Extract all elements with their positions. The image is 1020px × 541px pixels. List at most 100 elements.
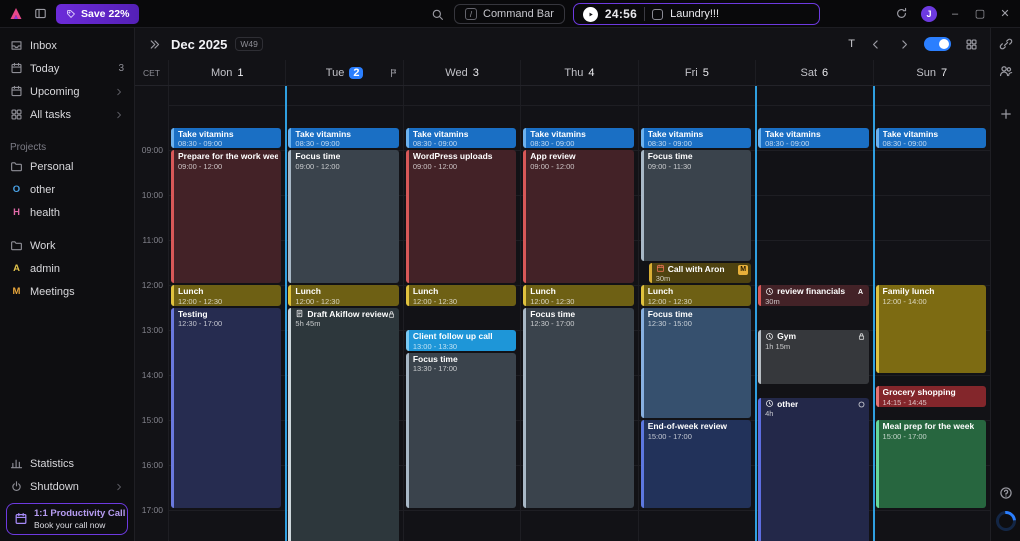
day-column-sat[interactable]: Take vitamins 08:30 - 09:00 review financi… [755,86,872,541]
sidebar-item-inbox[interactable]: Inbox [0,34,134,57]
event-client-follow-up-call[interactable]: Client follow up call 13:00 - 13:30 [405,330,517,351]
sidebar-item-label: Today [30,62,60,75]
day-column-tue[interactable]: Take vitamins 08:30 - 09:00 Focus time 09:0… [285,86,402,541]
prev-week-icon[interactable] [866,35,884,53]
event-focus-time[interactable]: Focus time 09:00 - 12:00 [288,150,399,283]
play-icon[interactable] [582,6,598,22]
event-lunch[interactable]: Lunch 12:00 - 12:30 [523,285,634,306]
event-take-vitamins[interactable]: Take vitamins 08:30 - 09:00 [640,127,752,148]
view-toggle[interactable] [924,37,951,51]
event-take-vitamins[interactable]: Take vitamins 08:30 - 09:00 [171,127,282,148]
today-button[interactable]: T [848,38,855,50]
event-testing[interactable]: Testing 12:30 - 17:00 [171,307,282,508]
task-checkbox[interactable] [652,8,664,20]
add-icon[interactable] [997,105,1015,123]
event-grocery-shopping[interactable]: Grocery shopping 14:15 - 14:45 [875,386,986,407]
focus-timer-pill[interactable]: 24:56 Laundry!!! [572,3,821,25]
grid-view-icon[interactable] [962,35,980,53]
project-item-label: admin [30,262,60,275]
search-icon[interactable] [428,5,446,23]
event-lunch[interactable]: Lunch 12:00 - 12:30 [640,285,752,306]
next-week-icon[interactable] [895,35,913,53]
day-column-mon[interactable]: Take vitamins 08:30 - 09:00 Prepare for th… [168,86,285,541]
project-item-personal[interactable]: Personal [0,155,134,178]
event-draft-akiflow-review[interactable]: Draft Akiflow review 5h 45m [288,307,399,541]
event-review-financials[interactable]: review financials 30m A [758,285,869,306]
day-column-wed[interactable]: Take vitamins 08:30 - 09:00 WordPress uplo… [402,86,520,541]
hour-label: 10:00 [141,190,163,200]
day-header-wed[interactable]: Wed 3 [402,60,520,85]
event-call-with-aron[interactable]: Call with Aron 30m M [648,262,752,283]
sidebar-item-all-tasks[interactable]: All tasks [0,103,134,126]
event-focus-time[interactable]: Focus time 12:30 - 17:00 [523,307,634,508]
day-header-sat[interactable]: Sat 6 [755,60,872,85]
event-other[interactable]: other 4h [758,397,869,541]
minimize-button[interactable]: – [948,8,962,20]
project-letter-icon: H [13,207,20,218]
event-family-lunch[interactable]: Family lunch 12:00 - 14:00 [875,285,986,373]
sidebar-item-statistics[interactable]: Statistics [0,452,134,475]
lock-icon [387,310,396,319]
link-icon[interactable] [997,35,1015,53]
event-time: 08:30 - 09:00 [882,139,927,148]
avatar[interactable]: J [921,5,937,22]
day-column-thu[interactable]: Take vitamins 08:30 - 09:00 App review 09:0… [520,86,637,541]
event-meal-prep-for-the-week[interactable]: Meal prep for the week 15:00 - 17:00 [875,420,986,508]
event-prepare-for-the-work-week[interactable]: Prepare for the work week 09:00 - 12:00 [171,150,282,283]
event-title-row: Focus time [648,151,748,162]
event-focus-time[interactable]: Focus time 13:30 - 17:00 [405,352,517,508]
day-column-sun[interactable]: Take vitamins 08:30 - 09:00 Family lunch 12… [872,86,990,541]
day-header-sun[interactable]: Sun 7 [872,60,990,85]
event-app-review[interactable]: App review 09:00 - 12:00 [523,150,634,283]
command-bar-button[interactable]: / Command Bar [454,4,565,24]
event-take-vitamins[interactable]: Take vitamins 08:30 - 09:00 [288,127,399,148]
project-item-work[interactable]: Work [0,234,134,257]
event-take-vitamins[interactable]: Take vitamins 08:30 - 09:00 [523,127,634,148]
event-title-row: Focus time [648,309,748,320]
event-take-vitamins[interactable]: Take vitamins 08:30 - 09:00 [758,127,869,148]
project-item-health[interactable]: Hhealth [0,201,134,224]
event-time: 5h 45m [295,319,321,329]
maximize-button[interactable]: ▢ [973,7,987,20]
event-focus-time[interactable]: Focus time 09:00 - 11:30 [640,150,752,261]
event-lunch[interactable]: Lunch 12:00 - 12:30 [288,285,399,306]
project-item-label: Meetings [30,285,75,298]
event-title-row: Meal prep for the week [883,421,983,432]
day-header-tue[interactable]: Tue 2 [285,60,402,85]
event-lunch[interactable]: Lunch 12:00 - 12:30 [171,285,282,306]
event-time: 12:30 - 17:00 [178,319,223,329]
close-button[interactable]: ✕ [998,7,1012,20]
event-take-vitamins[interactable]: Take vitamins 08:30 - 09:00 [875,127,986,148]
double-chevron-icon[interactable] [145,35,163,53]
tasks-icon [10,108,23,121]
sidebar-toggle-icon[interactable] [31,5,49,23]
save-discount-button[interactable]: Save 22% [56,3,140,24]
month-label: Dec 2025 [171,36,228,52]
day-header-thu[interactable]: Thu 4 [520,60,637,85]
event-gym[interactable]: Gym 1h 15m [758,330,869,385]
sidebar-projects: Personal Oother Hhealth Work Aadmin M Meetings [0,155,134,303]
call-calendar-icon [14,512,28,526]
event-take-vitamins[interactable]: Take vitamins 08:30 - 09:00 [405,127,517,148]
sync-icon[interactable] [892,5,910,23]
event-end-of-week-review[interactable]: End-of-week review 15:00 - 17:00 [640,420,752,508]
sidebar-item-shutdown[interactable]: Shutdown [0,475,134,498]
event-time: 15:00 - 17:00 [647,431,692,441]
project-item-other[interactable]: Oother [0,178,134,201]
project-item-meetings[interactable]: M Meetings [0,280,134,303]
sidebar-item-upcoming[interactable]: Upcoming [0,80,134,103]
loading-spinner-icon[interactable] [991,506,1020,536]
day-header-mon[interactable]: Mon 1 [168,60,285,85]
event-focus-time[interactable]: Focus time 12:30 - 15:00 [640,307,752,418]
day-header-fri[interactable]: Fri 5 [637,60,755,85]
hour-label: 14:00 [141,370,163,380]
people-icon[interactable] [997,62,1015,80]
help-icon[interactable] [997,484,1015,502]
event-time: 08:30 - 09:00 [178,139,223,148]
sidebar-item-today[interactable]: Today 3 [0,57,134,80]
project-item-admin[interactable]: Aadmin [0,257,134,280]
event-lunch[interactable]: Lunch 12:00 - 12:30 [405,285,517,306]
promo-card[interactable]: 1:1 Productivity Call Book your call now [6,503,128,535]
event-wordpress-uploads[interactable]: WordPress uploads 09:00 - 12:00 [405,150,517,283]
day-column-fri[interactable]: Take vitamins 08:30 - 09:00 Focus time 09:0… [637,86,755,541]
